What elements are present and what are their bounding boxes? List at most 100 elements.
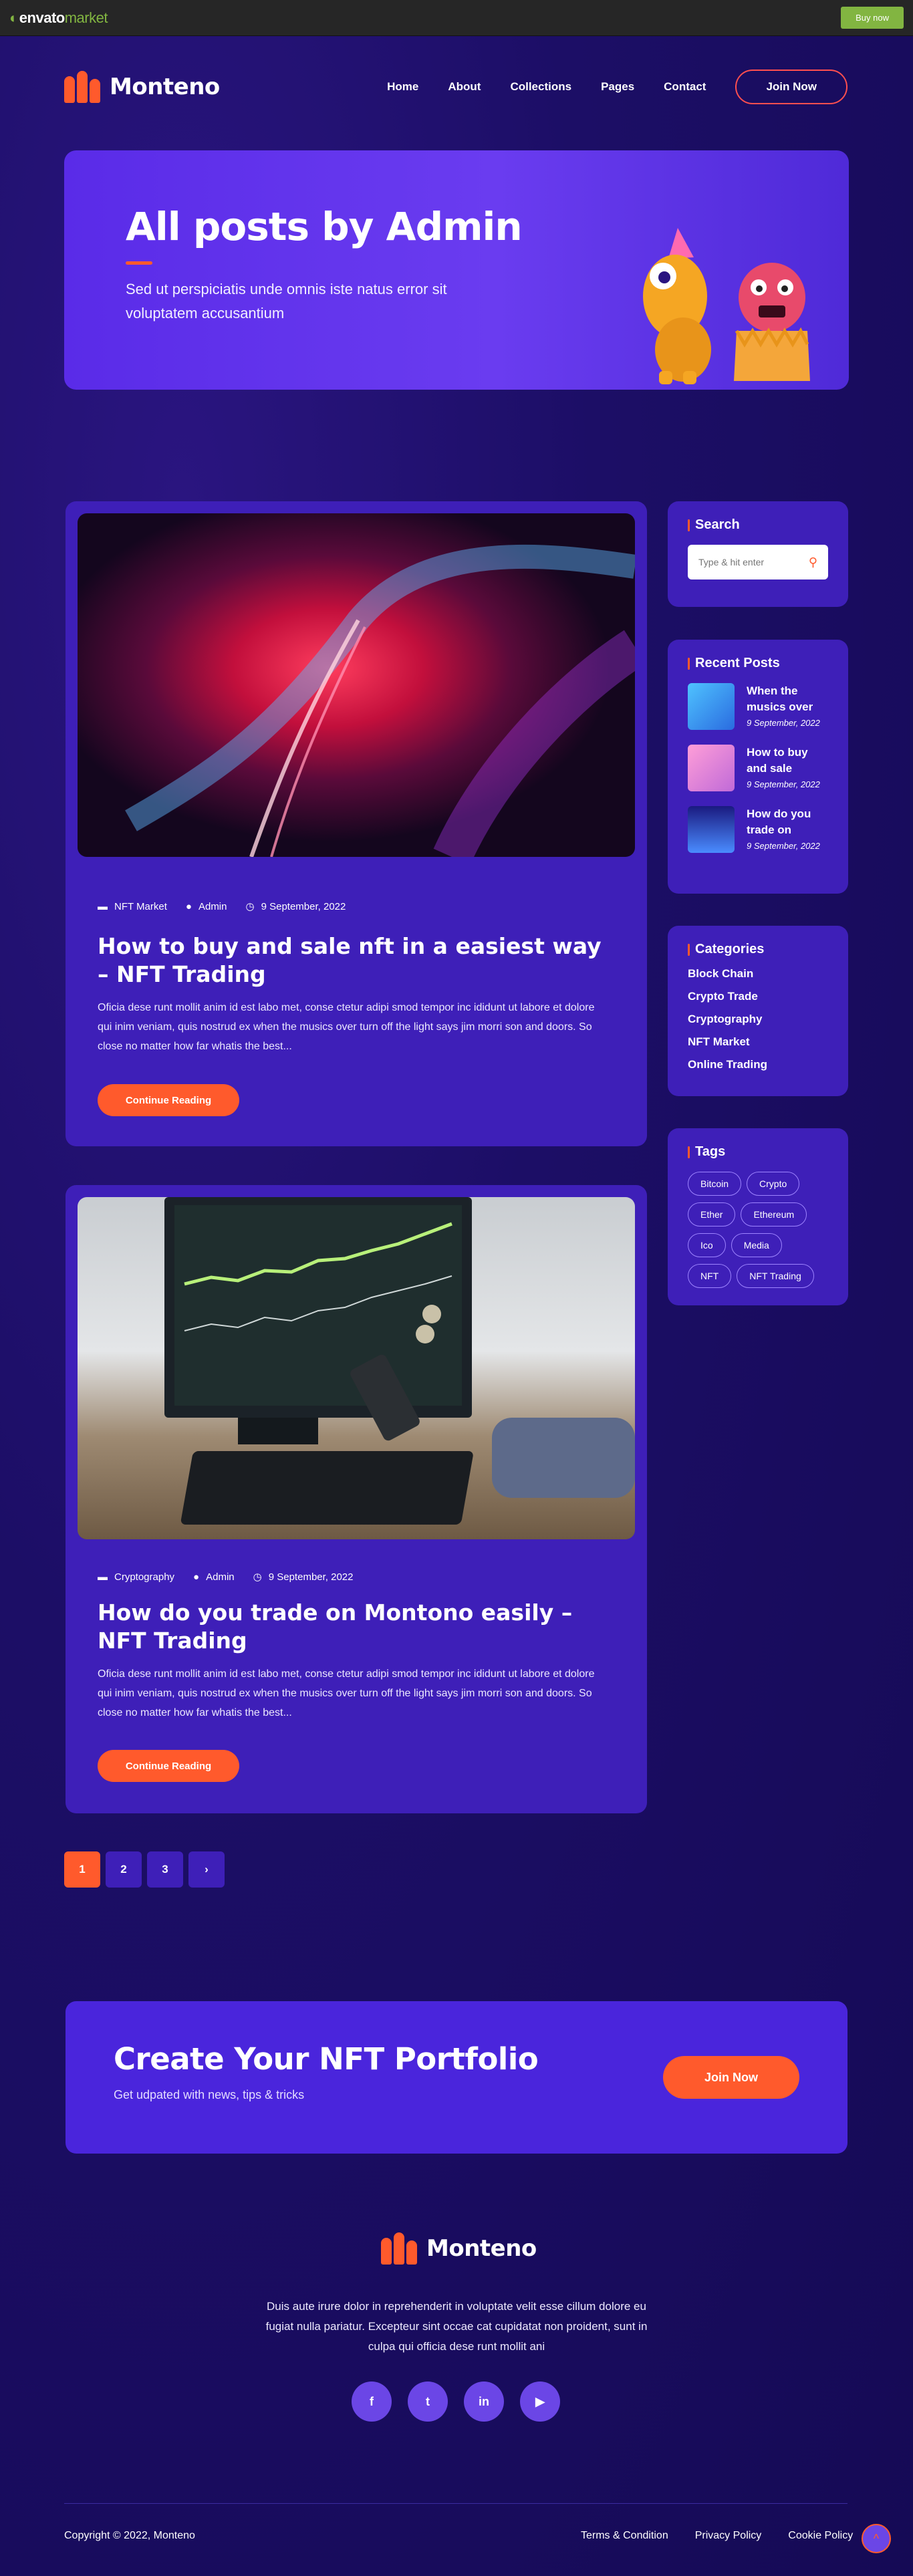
title-accent xyxy=(688,943,690,956)
title-underline xyxy=(126,261,152,265)
recent-posts-widget: Recent Posts When the musics over 9 Septe… xyxy=(668,640,848,894)
tags-widget: Tags Bitcoin Crypto Ether Ethereum Ico M… xyxy=(668,1128,848,1305)
cta-banner: Create Your NFT Portfolio Get udpated wi… xyxy=(66,2001,847,2154)
envato-market-logo[interactable]: ◐ envato market xyxy=(9,9,108,27)
envato-logo-market: market xyxy=(64,9,108,26)
tag[interactable]: Crypto xyxy=(747,1172,800,1196)
twitter-icon[interactable]: t xyxy=(408,2381,448,2422)
page-hero: All posts by Admin Sed ut perspiciatis u… xyxy=(64,150,849,390)
social-links: f t in ▶ xyxy=(352,2381,560,2422)
widget-title-label: Tags xyxy=(695,1144,726,1159)
search-input[interactable] xyxy=(698,557,805,567)
next-page-button[interactable]: › xyxy=(188,1851,225,1888)
nav-item-home[interactable]: Home xyxy=(387,80,418,94)
recent-post-date: 9 September, 2022 xyxy=(747,779,820,789)
post-title[interactable]: How do you trade on Montono easily – NFT… xyxy=(98,1599,606,1655)
site-logo[interactable]: Monteno xyxy=(64,71,220,103)
page-3-button[interactable]: 3 xyxy=(147,1851,183,1888)
cta-join-button[interactable]: Join Now xyxy=(663,2056,799,2099)
category-link[interactable]: Crypto Trade xyxy=(688,985,828,1008)
tag[interactable]: Media xyxy=(731,1233,782,1257)
categories-widget: Categories Block Chain Crypto Trade Cryp… xyxy=(668,926,848,1096)
continue-reading-button[interactable]: Continue Reading xyxy=(98,1750,239,1782)
nav-item-contact[interactable]: Contact xyxy=(664,80,706,94)
yellow-monster-illustration xyxy=(643,228,711,384)
nav-item-about[interactable]: About xyxy=(448,80,481,94)
user-icon: ● xyxy=(185,900,192,912)
page-1-button[interactable]: 1 xyxy=(64,1851,100,1888)
buy-now-button[interactable]: Buy now xyxy=(841,7,904,29)
recent-post-item[interactable]: When the musics over 9 September, 2022 xyxy=(688,683,828,730)
blog-post-card: ▬ NFT Market ● Admin ◷ 9 September, 2022 Ho… xyxy=(66,501,647,1146)
widget-title: Search xyxy=(688,517,828,533)
widget-title: Categories xyxy=(688,942,828,957)
title-accent xyxy=(688,519,690,531)
recent-post-title: How to buy and sale xyxy=(747,746,808,775)
user-icon: ● xyxy=(193,1571,200,1583)
post-category[interactable]: ▬ NFT Market xyxy=(98,900,167,912)
envato-market-bar: ◐ envato market Buy now xyxy=(0,0,913,36)
tag[interactable]: Ether xyxy=(688,1202,736,1227)
author-label: Admin xyxy=(206,1571,235,1583)
linkedin-icon[interactable]: in xyxy=(464,2381,504,2422)
monteno-logo-icon xyxy=(381,2232,417,2265)
site-header: Monteno Home About Collections Pages Con… xyxy=(64,67,847,107)
tag[interactable]: NFT xyxy=(688,1264,732,1288)
tag[interactable]: Bitcoin xyxy=(688,1172,742,1196)
tag[interactable]: Ethereum xyxy=(741,1202,807,1227)
site-name: Monteno xyxy=(110,74,220,100)
footer-site-name: Monteno xyxy=(426,2235,537,2262)
title-accent xyxy=(688,657,690,670)
search-icon[interactable]: ⚲ xyxy=(809,555,817,569)
blog-post-card: ▬ Cryptography ● Admin ◷ 9 September, 2022 … xyxy=(66,1185,647,1813)
cookie-link[interactable]: Cookie Policy xyxy=(788,2530,853,2542)
recent-post-thumb xyxy=(688,806,735,853)
red-monster-illustration xyxy=(734,263,810,381)
post-category[interactable]: ▬ Cryptography xyxy=(98,1571,174,1583)
recent-post-date: 9 September, 2022 xyxy=(747,841,820,851)
scroll-to-top-icon[interactable]: ^ xyxy=(862,2524,891,2553)
search-box: ⚲ xyxy=(688,545,828,579)
tag-list: Bitcoin Crypto Ether Ethereum Ico Media … xyxy=(688,1172,828,1288)
widget-title-label: Search xyxy=(695,517,740,532)
tag[interactable]: Ico xyxy=(688,1233,726,1257)
footer-about-text: Duis aute irure dolor in reprehenderit i… xyxy=(265,2300,648,2353)
post-author[interactable]: ● Admin xyxy=(186,900,227,912)
category-link[interactable]: Cryptography xyxy=(688,1008,828,1031)
tag[interactable]: NFT Trading xyxy=(737,1264,814,1288)
post-title[interactable]: How to buy and sale nft in a easiest way… xyxy=(98,932,606,989)
footer-logo[interactable]: Monteno xyxy=(381,2232,537,2265)
cta-title: Create Your NFT Portfolio xyxy=(114,2041,539,2077)
category-link[interactable]: Block Chain xyxy=(688,962,828,985)
terms-link[interactable]: Terms & Condition xyxy=(581,2530,668,2542)
monteno-logo-icon xyxy=(64,71,100,103)
post-excerpt: Oficia dese runt mollit anim id est labo… xyxy=(98,1668,595,1718)
facebook-icon[interactable]: f xyxy=(352,2381,392,2422)
clock-icon: ◷ xyxy=(245,901,255,912)
page-2-button[interactable]: 2 xyxy=(106,1851,142,1888)
widget-title-label: Categories xyxy=(695,942,765,956)
recent-post-item[interactable]: How do you trade on 9 September, 2022 xyxy=(688,806,828,853)
post-image[interactable] xyxy=(78,513,635,857)
copyright-text: Copyright © 2022, Monteno xyxy=(64,2530,195,2541)
recent-post-item[interactable]: How to buy and sale 9 September, 2022 xyxy=(688,745,828,791)
privacy-link[interactable]: Privacy Policy xyxy=(695,2530,762,2542)
category-link[interactable]: Online Trading xyxy=(688,1053,828,1076)
join-now-button[interactable]: Join Now xyxy=(735,70,847,104)
hero-subtitle: Sed ut perspiciatis unde omnis iste natu… xyxy=(126,281,447,321)
folder-icon: ▬ xyxy=(98,1571,108,1583)
post-author[interactable]: ● Admin xyxy=(193,1571,235,1583)
folder-icon: ▬ xyxy=(98,900,108,912)
youtube-icon[interactable]: ▶ xyxy=(520,2381,560,2422)
continue-reading-button[interactable]: Continue Reading xyxy=(98,1084,239,1116)
post-image[interactable] xyxy=(78,1197,635,1539)
category-link[interactable]: NFT Market xyxy=(688,1031,828,1053)
recent-post-title: How do you trade on xyxy=(747,807,811,836)
recent-post-title: When the musics over xyxy=(747,684,813,713)
nav-item-collections[interactable]: Collections xyxy=(510,80,571,94)
post-excerpt: Oficia dese runt mollit anim id est labo… xyxy=(98,1002,595,1052)
nav-item-pages[interactable]: Pages xyxy=(601,80,634,94)
date-label: 9 September, 2022 xyxy=(261,900,346,912)
widget-title: Recent Posts xyxy=(688,656,828,671)
pagination: 1 2 3 › xyxy=(64,1851,225,1888)
